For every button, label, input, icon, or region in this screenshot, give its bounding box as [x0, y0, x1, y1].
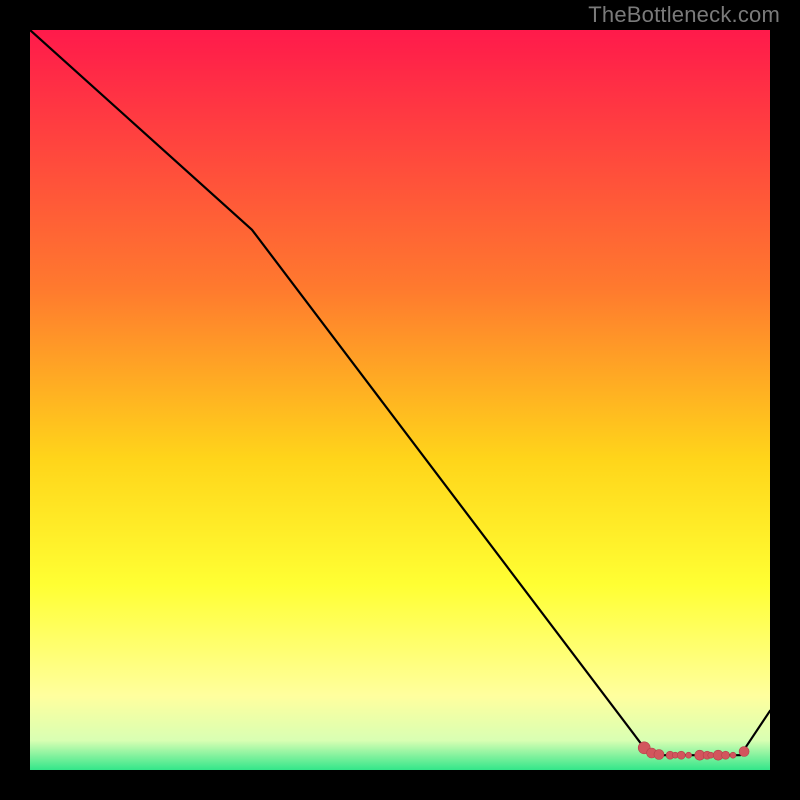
attribution-text: TheBottleneck.com: [588, 2, 780, 28]
data-marker: [654, 750, 664, 760]
data-marker: [739, 747, 749, 757]
gradient-background: [30, 30, 770, 770]
chart-svg: [30, 30, 770, 770]
data-marker: [708, 752, 714, 758]
data-marker: [722, 751, 730, 759]
data-marker: [730, 752, 736, 758]
chart-frame: TheBottleneck.com: [0, 0, 800, 800]
data-marker: [677, 751, 685, 759]
data-marker: [686, 752, 692, 758]
plot-area: [30, 30, 770, 770]
